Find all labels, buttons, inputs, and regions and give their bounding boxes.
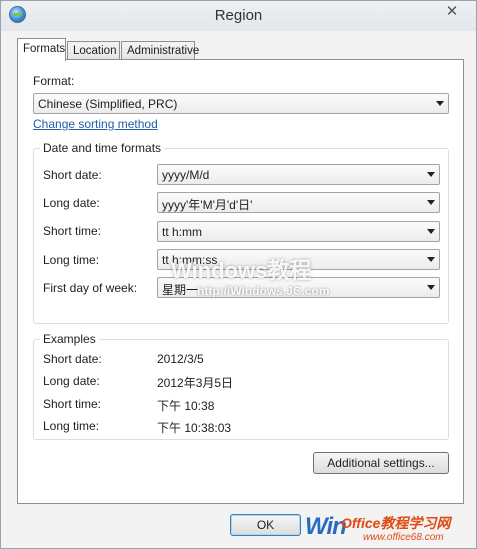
- first-day-of-week-select[interactable]: 星期一: [157, 277, 440, 298]
- long-time-label: Long time:: [43, 253, 100, 267]
- first-day-of-week-value: 星期一: [162, 283, 199, 297]
- long-time-select[interactable]: tt h:mm:ss: [157, 249, 440, 270]
- corner-watermark-url: www.office68.com: [363, 532, 444, 543]
- first-day-of-week-label: First day of week:: [43, 281, 138, 295]
- title-bar[interactable]: Region ✕: [1, 1, 476, 31]
- window-title: Region: [214, 7, 263, 24]
- example-short-date-value: 2012/3/5: [157, 352, 204, 366]
- short-time-select[interactable]: tt h:mm: [157, 221, 440, 242]
- long-date-select[interactable]: yyyy'年'M'月'd'日': [157, 192, 440, 213]
- region-dialog: Region ✕ Formats Location Administrative…: [0, 0, 477, 549]
- short-date-select[interactable]: yyyy/M/d: [157, 164, 440, 185]
- tab-location[interactable]: Location: [67, 41, 120, 60]
- chevron-down-icon: [427, 285, 435, 290]
- chevron-down-icon: [427, 257, 435, 262]
- datetime-formats-title: Date and time formats: [40, 141, 165, 155]
- chevron-down-icon: [427, 229, 435, 234]
- format-label: Format:: [33, 74, 75, 88]
- example-short-time-value: 下午 10:38: [157, 399, 215, 413]
- change-sorting-method-link[interactable]: Change sorting method: [33, 117, 158, 131]
- chevron-down-icon: [427, 172, 435, 177]
- examples-group: Examples Short date: 2012/3/5 Long date:…: [33, 332, 449, 440]
- formats-panel: Format: Chinese (Simplified, PRC) Change…: [17, 59, 464, 504]
- short-time-label: Short time:: [43, 224, 102, 238]
- corner-watermark-win: Win: [305, 513, 347, 540]
- ok-button[interactable]: OK: [230, 514, 301, 536]
- datetime-formats-group: Date and time formats Short date: yyyy/M…: [33, 141, 449, 324]
- corner-watermark-brand: Office教程学习网: [341, 515, 451, 531]
- tab-administrative[interactable]: Administrative: [121, 41, 199, 60]
- format-select-value: Chinese (Simplified, PRC): [38, 97, 178, 111]
- long-time-value: tt h:mm:ss: [162, 253, 218, 267]
- example-long-time-value: 下午 10:38:03: [157, 421, 232, 435]
- tab-formats[interactable]: Formats: [17, 38, 66, 61]
- example-long-time-label: Long time:: [43, 419, 100, 433]
- format-select[interactable]: Chinese (Simplified, PRC): [33, 93, 449, 114]
- chevron-down-icon: [436, 101, 444, 106]
- short-time-value: tt h:mm: [162, 225, 203, 239]
- short-date-label: Short date:: [43, 168, 102, 182]
- long-date-label: Long date:: [43, 196, 100, 210]
- example-short-date-label: Short date:: [43, 352, 102, 366]
- close-button[interactable]: ✕: [440, 2, 464, 22]
- corner-watermark: Win Office教程学习网 www.office68.com: [305, 511, 477, 549]
- additional-settings-button[interactable]: Additional settings...: [313, 452, 449, 474]
- example-long-date-value: 2012年3月5日: [157, 376, 234, 390]
- long-date-value: yyyy'年'M'月'd'日': [162, 198, 253, 212]
- example-long-date-label: Long date:: [43, 374, 100, 388]
- example-short-time-label: Short time:: [43, 397, 102, 411]
- chevron-down-icon: [427, 200, 435, 205]
- examples-title: Examples: [40, 332, 99, 346]
- short-date-value: yyyy/M/d: [162, 168, 210, 182]
